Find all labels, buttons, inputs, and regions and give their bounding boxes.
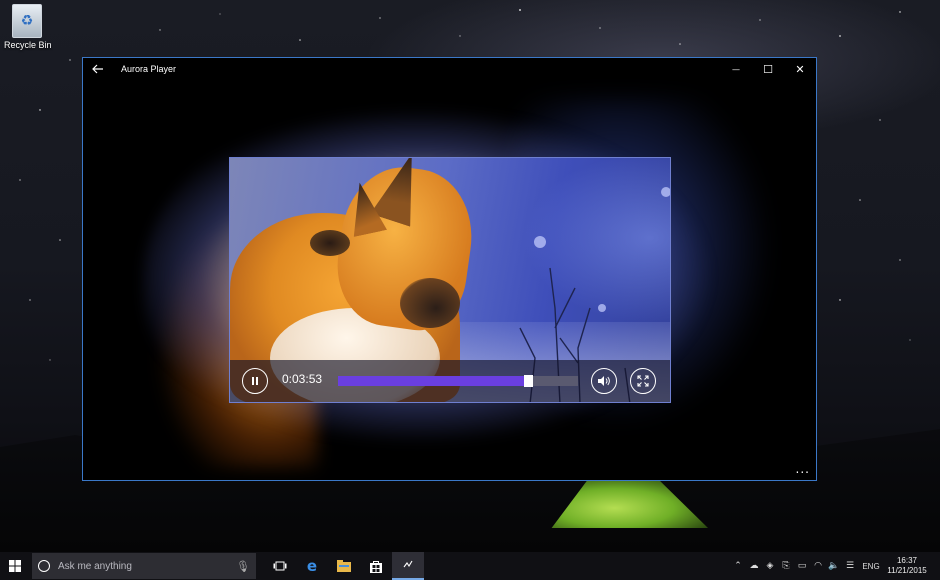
more-options-button[interactable]: ... <box>796 462 810 476</box>
microphone-icon[interactable]: 🎙 <box>236 560 250 573</box>
system-tray: ⌃ ☁ ◈ ⎘ ▭ ◠ 🔈 ☰ ENG 16:37 11/21/2015 <box>730 552 940 580</box>
input-language[interactable]: ENG <box>858 562 884 571</box>
playback-controls: 0:03:53 <box>230 360 670 402</box>
maximize-button[interactable]: ☐ <box>752 58 784 80</box>
show-desktop-button[interactable] <box>930 552 940 580</box>
close-button[interactable]: ✕ <box>784 58 816 80</box>
video-surface[interactable]: 0:03:53 <box>229 157 671 403</box>
windows-logo-icon <box>9 560 21 572</box>
defender-icon[interactable]: ◈ <box>762 561 778 571</box>
network-icon[interactable]: ⎘ <box>778 561 794 571</box>
back-button[interactable] <box>83 58 113 80</box>
file-explorer-button[interactable] <box>328 552 360 580</box>
clock-date: 11/21/2015 <box>887 566 927 575</box>
search-placeholder: Ask me anything <box>58 560 132 572</box>
show-hidden-icons-icon[interactable]: ⌃ <box>730 561 746 571</box>
wifi-icon[interactable]: ◠ <box>810 561 826 571</box>
app-window: Aurora Player — ☐ ✕ 0:03:53 ... <box>82 57 817 481</box>
window-title: Aurora Player <box>121 64 177 74</box>
onedrive-icon[interactable]: ☁ <box>746 561 762 571</box>
close-icon: ✕ <box>795 62 805 76</box>
pause-button[interactable] <box>242 368 268 394</box>
store-icon <box>370 560 382 573</box>
taskbar: Ask me anything 🎙 e ⌃ ☁ ◈ ⎘ ▭ ◠ 🔈 ☰ ENG … <box>0 552 940 580</box>
aurora-player-button[interactable] <box>392 552 424 580</box>
task-view-button[interactable] <box>264 552 296 580</box>
fox-eye <box>310 230 350 256</box>
seek-bar-thumb[interactable] <box>523 375 533 387</box>
maximize-icon: ☐ <box>763 62 773 76</box>
action-center-icon[interactable]: ☰ <box>842 561 858 571</box>
speaker-icon[interactable]: 🔈 <box>826 561 842 571</box>
minimize-icon: — <box>732 64 740 74</box>
store-button[interactable] <box>360 552 392 580</box>
fullscreen-button[interactable] <box>630 368 656 394</box>
clock-time: 16:37 <box>896 556 918 565</box>
battery-icon[interactable]: ▭ <box>794 561 810 571</box>
volume-button[interactable] <box>591 368 617 394</box>
arrow-left-icon <box>92 64 103 74</box>
recycle-bin-shortcut[interactable]: ♻ Recycle Bin <box>4 2 52 50</box>
start-button[interactable] <box>0 552 30 580</box>
recycle-bin-icon: ♻ <box>12 4 42 38</box>
pause-icon <box>252 377 258 385</box>
current-time: 0:03:53 <box>282 372 323 386</box>
fullscreen-icon <box>637 375 649 387</box>
seek-bar-fill <box>338 376 528 386</box>
window-controls: — ☐ ✕ <box>720 58 816 80</box>
title-bar: Aurora Player — ☐ ✕ <box>83 58 816 80</box>
minimize-button[interactable]: — <box>720 58 752 80</box>
fox-snout <box>400 278 460 328</box>
volume-icon <box>598 376 610 386</box>
file-explorer-icon <box>337 560 351 572</box>
clock[interactable]: 16:37 11/21/2015 <box>884 556 930 576</box>
seek-bar[interactable] <box>338 375 578 387</box>
aurora-player-icon <box>403 560 413 568</box>
recycle-bin-label: Recycle Bin <box>4 40 52 50</box>
search-box[interactable]: Ask me anything 🎙 <box>32 553 256 579</box>
cortana-icon <box>38 560 50 572</box>
edge-button[interactable]: e <box>296 552 328 580</box>
edge-icon: e <box>306 557 318 575</box>
task-view-icon <box>273 561 287 571</box>
